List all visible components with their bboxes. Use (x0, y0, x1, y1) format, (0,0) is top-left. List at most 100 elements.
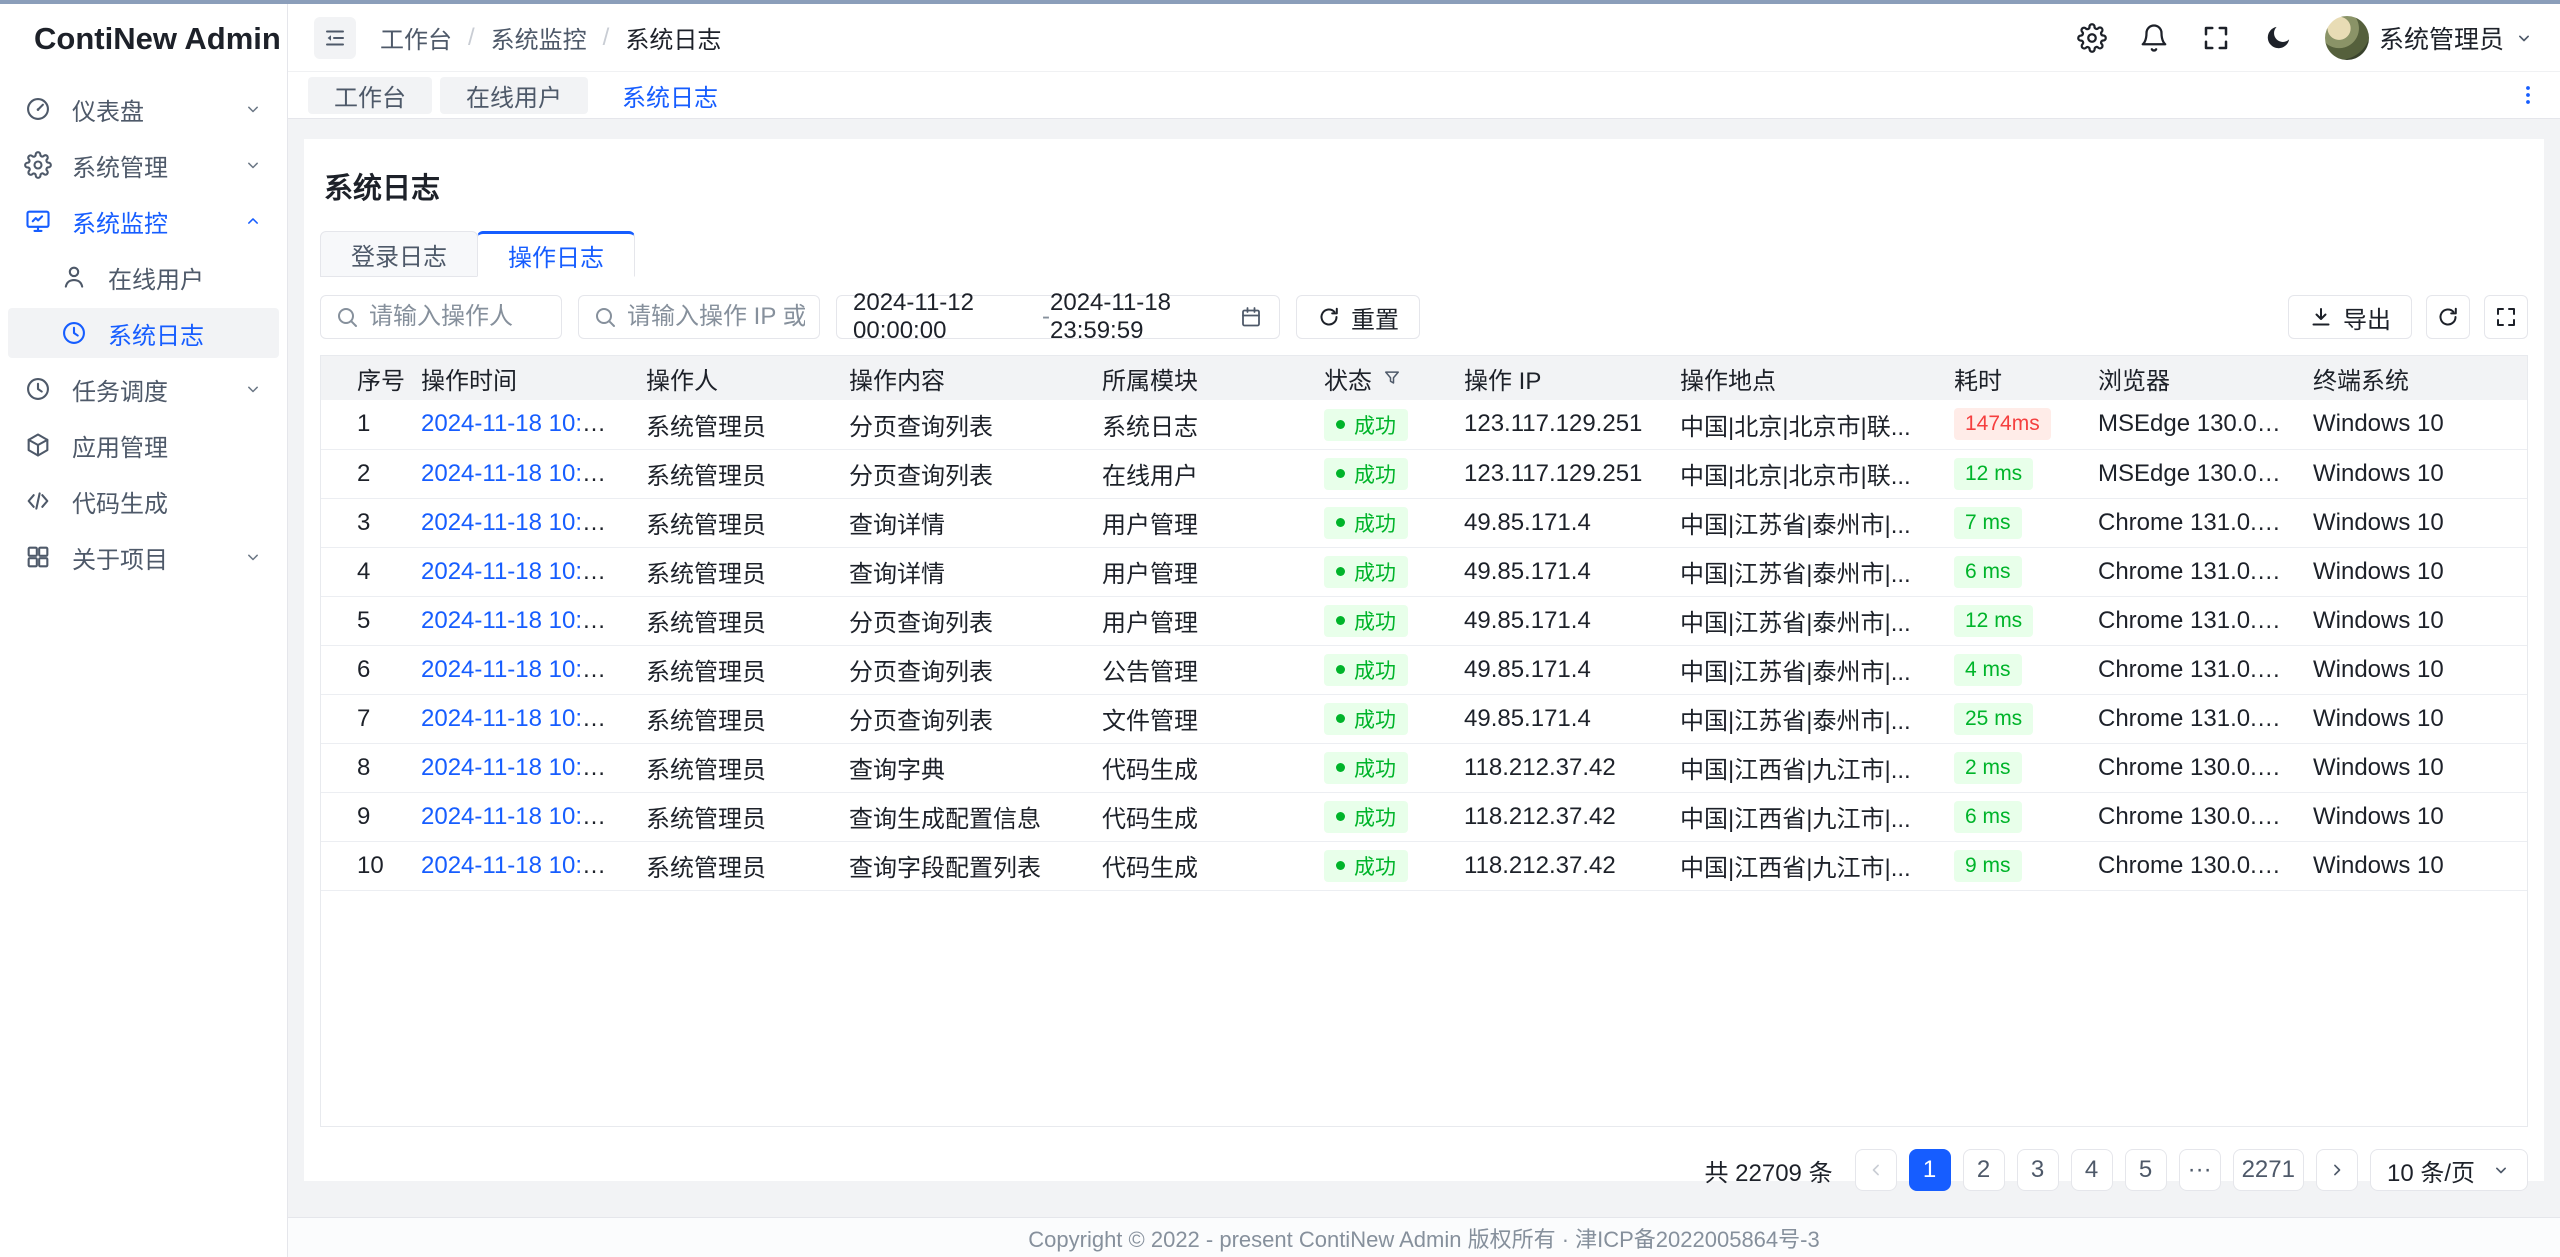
total-count: 共 22709 条 (1705, 1153, 1833, 1188)
cell-no: 8 (321, 743, 405, 792)
table-refresh-button[interactable] (2426, 295, 2470, 339)
time-link[interactable]: 2024-11-18 10:51:55 (421, 607, 630, 634)
column-header-4: 所属模块 (1086, 356, 1308, 400)
footer: Copyright © 2022 - present ContiNew Admi… (288, 1217, 2560, 1257)
clock-icon (60, 319, 88, 347)
time-link[interactable]: 2024-11-18 10:51:53 (421, 656, 630, 683)
duration-badge: 12 ms (1954, 605, 2033, 637)
column-header-3: 操作内容 (833, 356, 1086, 400)
cell-time: 2024-11-18 10:51:49 (405, 841, 630, 890)
ip-search-field[interactable] (627, 303, 805, 331)
status-dot-icon (1336, 616, 1345, 625)
page-button-1[interactable]: 1 (1909, 1149, 1951, 1191)
cell-status: 成功 (1308, 841, 1448, 890)
table-row[interactable]: 9 2024-11-18 10:51:49 系统管理员 查询生成配置信息 代码生… (321, 792, 2527, 841)
nav-tab-system-log[interactable]: 系统日志 (596, 77, 744, 114)
cell-module: 用户管理 (1086, 498, 1308, 547)
export-button[interactable]: 导出 (2288, 295, 2412, 339)
sidebar-item-system-log[interactable]: 系统日志 (8, 308, 279, 358)
settings-button[interactable] (2077, 23, 2107, 53)
time-link[interactable]: 2024-11-18 10:51:52 (421, 705, 630, 732)
breadcrumb-separator: / (468, 24, 475, 52)
time-link[interactable]: 2024-11-18 10:51:50 (421, 754, 630, 781)
user-menu[interactable]: 系统管理员 (2325, 16, 2534, 60)
status-badge: 成功 (1324, 458, 1408, 490)
sidebar-item-system-manage[interactable]: 系统管理 (8, 140, 279, 190)
fullscreen-button[interactable] (2201, 23, 2231, 53)
time-link[interactable]: 2024-11-18 10:52:55 (421, 410, 630, 437)
time-link[interactable]: 2024-11-18 10:51:49 (421, 803, 630, 830)
theme-toggle-button[interactable] (2263, 23, 2293, 53)
collapse-sidebar-button[interactable] (314, 17, 356, 59)
table-row[interactable]: 2 2024-11-18 10:52:47 系统管理员 分页查询列表 在线用户 … (321, 449, 2527, 498)
sidebar-item-dashboard[interactable]: 仪表盘 (8, 84, 279, 134)
operator-search-field[interactable] (369, 303, 547, 331)
table-row[interactable]: 3 2024-11-18 10:52:12 系统管理员 查询详情 用户管理 成功… (321, 498, 2527, 547)
sidebar-item-system-monitor[interactable]: 系统监控 (8, 196, 279, 246)
prev-page-button[interactable] (1855, 1149, 1897, 1191)
sidebar-menu: 仪表盘系统管理系统监控在线用户系统日志任务调度应用管理代码生成关于项目 (0, 74, 287, 598)
ip-search-input[interactable] (578, 295, 820, 339)
column-header-5: 状态 (1308, 356, 1448, 400)
tabs-more-button[interactable] (2516, 83, 2540, 107)
cell-browser: Chrome 131.0.0.0 (2082, 498, 2297, 547)
status-dot-icon (1336, 469, 1345, 478)
sidebar: ContiNew Admin 仪表盘系统管理系统监控在线用户系统日志任务调度应用… (0, 4, 288, 1257)
page-button-5[interactable]: 5 (2125, 1149, 2167, 1191)
table-row[interactable]: 4 2024-11-18 10:52:05 系统管理员 查询详情 用户管理 成功… (321, 547, 2527, 596)
page-title: 系统日志 (324, 165, 2528, 207)
breadcrumb-item-1[interactable]: 系统监控 (491, 20, 587, 55)
cell-duration: 9 ms (1938, 841, 2082, 890)
sidebar-item-code-gen[interactable]: 代码生成 (8, 476, 279, 526)
page-button-4[interactable]: 4 (2071, 1149, 2113, 1191)
status-dot-icon (1336, 861, 1345, 870)
page-button-2[interactable]: 2 (1963, 1149, 2005, 1191)
time-link[interactable]: 2024-11-18 10:52:05 (421, 558, 630, 585)
toolbar-right: 导出 (2288, 295, 2528, 339)
tab-operation-log[interactable]: 操作日志 (477, 231, 635, 277)
cell-browser: MSEdge 130.0.0.0 (2082, 400, 2297, 449)
sidebar-item-online-user[interactable]: 在线用户 (8, 252, 279, 302)
table-row[interactable]: 10 2024-11-18 10:51:49 系统管理员 查询字段配置列表 代码… (321, 841, 2527, 890)
breadcrumb: 工作台/系统监控/系统日志 (380, 20, 721, 55)
notifications-button[interactable] (2139, 23, 2169, 53)
nav-tab-online-user[interactable]: 在线用户 (440, 77, 588, 114)
gear-icon (24, 151, 52, 179)
table-row[interactable]: 8 2024-11-18 10:51:50 系统管理员 查询字典 代码生成 成功… (321, 743, 2527, 792)
cell-content: 查询详情 (833, 547, 1086, 596)
page-button-2271[interactable]: 2271 (2233, 1149, 2304, 1191)
time-link[interactable]: 2024-11-18 10:51:49 (421, 852, 630, 879)
date-range-picker[interactable]: 2024-11-12 00:00:00 - 2024-11-18 23:59:5… (836, 295, 1280, 339)
nav-tab-workbench[interactable]: 工作台 (308, 77, 432, 114)
table-fullscreen-button[interactable] (2484, 295, 2528, 339)
table-row[interactable]: 7 2024-11-18 10:51:52 系统管理员 分页查询列表 文件管理 … (321, 694, 2527, 743)
table-row[interactable]: 6 2024-11-18 10:51:53 系统管理员 分页查询列表 公告管理 … (321, 645, 2527, 694)
sidebar-item-task-schedule[interactable]: 任务调度 (8, 364, 279, 414)
operator-search-input[interactable] (320, 295, 562, 339)
reset-button[interactable]: 重置 (1296, 295, 1420, 339)
cell-no: 2 (321, 449, 405, 498)
tab-login-log[interactable]: 登录日志 (320, 231, 478, 277)
table-row[interactable]: 5 2024-11-18 10:51:55 系统管理员 分页查询列表 用户管理 … (321, 596, 2527, 645)
cell-duration: 25 ms (1938, 694, 2082, 743)
breadcrumb-item-0[interactable]: 工作台 (380, 20, 452, 55)
user-icon (60, 263, 88, 291)
sidebar-item-app-manage[interactable]: 应用管理 (8, 420, 279, 470)
page-button-3[interactable]: 3 (2017, 1149, 2059, 1191)
date-start-value: 2024-11-12 00:00:00 (853, 289, 1042, 345)
cell-os: Windows 10 (2297, 449, 2527, 498)
page-size-select[interactable]: 10 条/页 (2370, 1149, 2528, 1191)
cell-browser: Chrome 131.0.0.0 (2082, 547, 2297, 596)
content: 系统日志 登录日志操作日志 2024-11-12 00:00:00 (288, 119, 2560, 1217)
page-button-···[interactable]: ··· (2179, 1149, 2221, 1191)
sidebar-item-about-project[interactable]: 关于项目 (8, 532, 279, 582)
table-row[interactable]: 1 2024-11-18 10:52:55 系统管理员 分页查询列表 系统日志 … (321, 400, 2527, 449)
time-link[interactable]: 2024-11-18 10:52:47 (421, 460, 630, 487)
sidebar-item-label: 系统监控 (72, 204, 223, 239)
next-page-button[interactable] (2316, 1149, 2358, 1191)
cell-location: 中国|北京|北京市|联... (1664, 449, 1938, 498)
duration-badge: 9 ms (1954, 850, 2022, 882)
time-link[interactable]: 2024-11-18 10:52:12 (421, 509, 630, 536)
cell-operator: 系统管理员 (630, 596, 833, 645)
cell-time: 2024-11-18 10:51:50 (405, 743, 630, 792)
